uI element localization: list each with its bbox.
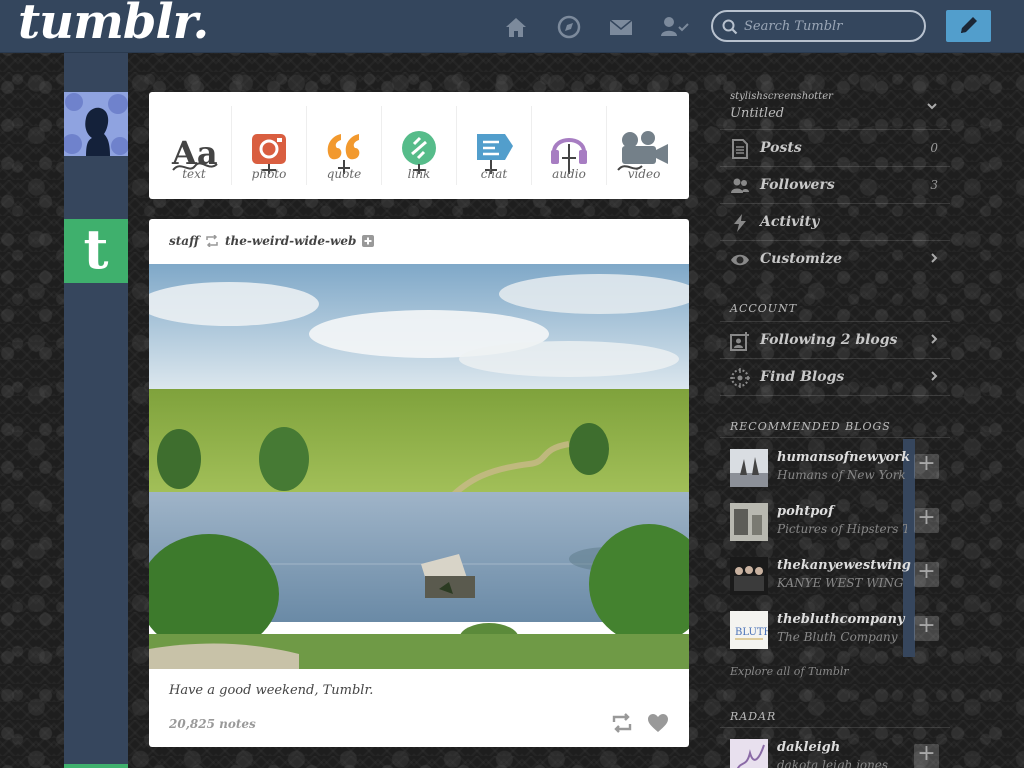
account-icon[interactable] bbox=[660, 14, 690, 40]
follow-button[interactable] bbox=[914, 613, 939, 641]
customize-icon bbox=[731, 254, 749, 266]
staff-avatar[interactable]: t bbox=[64, 217, 128, 283]
sidebar-item-following[interactable]: Following 2 blogs bbox=[720, 321, 950, 358]
follow-plus-icon[interactable] bbox=[362, 235, 375, 247]
tumblr-t-icon: t bbox=[83, 217, 109, 281]
top-bar: tumblr. bbox=[0, 0, 1024, 53]
post-type-video[interactable]: video bbox=[607, 106, 681, 185]
post-type-photo[interactable]: photo bbox=[232, 106, 307, 185]
followers-count: 3 bbox=[930, 178, 938, 192]
search-box[interactable] bbox=[711, 10, 926, 42]
blog-avatar[interactable] bbox=[730, 449, 768, 487]
post-type-chat[interactable]: chat bbox=[457, 106, 532, 185]
chevron-right-icon bbox=[931, 253, 938, 263]
following-icon bbox=[730, 332, 749, 351]
follow-button[interactable] bbox=[914, 451, 939, 479]
post-actions bbox=[611, 713, 669, 733]
radar-heading: RADAR bbox=[730, 710, 777, 723]
sidebar-divider bbox=[720, 437, 950, 438]
blog-title[interactable]: Untitled bbox=[730, 106, 784, 121]
sidebar-divider bbox=[720, 727, 950, 728]
explore-icon[interactable] bbox=[556, 14, 582, 40]
activity-icon bbox=[734, 214, 746, 232]
recommended-heading: RECOMMENDED BLOGS bbox=[730, 420, 891, 433]
explore-link[interactable]: Explore all of Tumblr bbox=[730, 665, 849, 678]
post-type-quote[interactable]: quote bbox=[307, 106, 382, 185]
search-input[interactable] bbox=[744, 16, 919, 36]
post-type-link[interactable]: link bbox=[382, 106, 457, 185]
blog-avatar[interactable] bbox=[730, 557, 768, 595]
follow-button[interactable] bbox=[914, 741, 939, 768]
sidebar-item-activity[interactable]: Activity bbox=[720, 203, 950, 240]
posts-icon bbox=[732, 139, 748, 159]
recommended-blog[interactable]: pohtpof Pictures of Hipsters Tak bbox=[720, 503, 950, 557]
find-blogs-icon bbox=[730, 368, 750, 388]
recommended-blog[interactable]: thekanyewestwing KANYE WEST WING bbox=[720, 557, 950, 611]
dashboard-post: staff the-weird-wide-web Have a good wee… bbox=[149, 219, 689, 747]
post-source-link[interactable]: the-weird-wide-web bbox=[225, 234, 356, 248]
reblog-small-icon bbox=[206, 235, 218, 247]
dashboard-gutter bbox=[64, 53, 128, 768]
pencil-icon bbox=[961, 17, 977, 33]
sidebar-divider bbox=[720, 395, 950, 396]
svg-text:BLUTH: BLUTH bbox=[735, 627, 768, 638]
post-type-bar: Aa text photo quote link chat audio vide… bbox=[149, 92, 689, 199]
blog-avatar[interactable] bbox=[730, 739, 768, 768]
inbox-icon[interactable] bbox=[608, 14, 634, 40]
blog-avatar[interactable] bbox=[730, 503, 768, 541]
blog-name[interactable]: stylishscreenshotter bbox=[730, 91, 833, 102]
radar-blog[interactable]: dakleigh dakota leigh jones bbox=[720, 739, 950, 768]
posts-count: 0 bbox=[930, 141, 938, 155]
recommended-blog[interactable]: humansofnewyork Humans of New York bbox=[720, 449, 950, 503]
compose-button[interactable] bbox=[946, 10, 991, 42]
chevron-right-icon bbox=[931, 334, 938, 344]
search-icon bbox=[722, 19, 738, 35]
post-notes-count[interactable]: 20,825 notes bbox=[169, 717, 256, 731]
account-heading: ACCOUNT bbox=[730, 302, 798, 315]
blog-avatar[interactable]: BLUTH bbox=[730, 611, 768, 649]
follow-button[interactable] bbox=[914, 505, 939, 533]
user-avatar[interactable] bbox=[64, 92, 128, 156]
chevron-right-icon bbox=[931, 371, 938, 381]
post-type-text[interactable]: Aa text bbox=[157, 106, 232, 185]
tumblr-logo[interactable]: tumblr. bbox=[18, 0, 209, 50]
next-post-avatar[interactable] bbox=[64, 764, 128, 768]
recommended-blog[interactable]: BLUTH thebluthcompany The Bluth Company bbox=[720, 611, 950, 665]
sidebar-item-find-blogs[interactable]: Find Blogs bbox=[720, 358, 950, 395]
sidebar-item-customize[interactable]: Customize bbox=[720, 240, 950, 277]
sidebar-item-posts[interactable]: Posts 0 bbox=[720, 129, 950, 166]
reblog-icon[interactable] bbox=[611, 713, 633, 733]
post-header: staff the-weird-wide-web bbox=[169, 234, 375, 248]
follow-button[interactable] bbox=[914, 559, 939, 587]
post-photo[interactable] bbox=[149, 264, 689, 669]
home-icon[interactable] bbox=[503, 14, 529, 40]
post-type-audio[interactable]: audio bbox=[532, 106, 607, 185]
sidebar-item-followers[interactable]: Followers 3 bbox=[720, 166, 950, 203]
post-caption: Have a good weekend, Tumblr. bbox=[169, 683, 374, 698]
post-author-link[interactable]: staff bbox=[169, 234, 199, 248]
followers-icon bbox=[731, 178, 749, 193]
chevron-down-icon[interactable] bbox=[926, 101, 938, 111]
like-heart-icon[interactable] bbox=[647, 713, 669, 733]
